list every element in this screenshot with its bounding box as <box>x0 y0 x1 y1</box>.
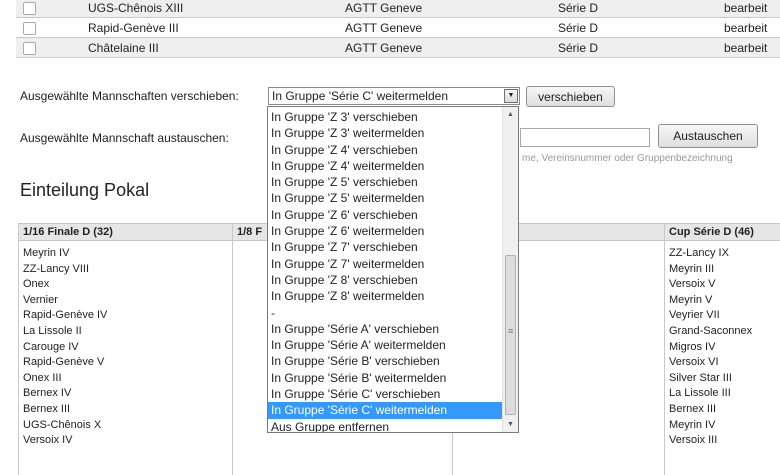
scrollbar-thumb[interactable]: ≡ <box>505 255 516 415</box>
team-row: Rapid-Genève III AGTT Geneve Série D bea… <box>16 18 780 38</box>
pokal-team: Bernex III <box>23 402 71 415</box>
dropdown-option[interactable]: In Gruppe 'Série A' weitermelden <box>268 337 502 353</box>
pokal-team: Onex <box>23 278 50 291</box>
team-group: Série D <box>558 20 599 35</box>
dropdown-option[interactable]: In Gruppe 'Z 3' weitermelden <box>268 125 502 141</box>
scroll-down-arrow-icon[interactable]: ▼ <box>503 417 518 432</box>
pokal-team: Carouge IV <box>23 340 79 353</box>
pokal-team: Onex III <box>23 371 62 384</box>
pokal-team: La Lissole II <box>23 324 82 337</box>
move-action-selected-value: In Gruppe 'Série C' weitermelden <box>272 89 448 103</box>
dropdown-option[interactable]: In Gruppe 'Z 8' verschieben <box>268 272 502 288</box>
dropdown-option[interactable]: In Gruppe 'Z 3' verschieben <box>268 109 502 125</box>
section-title: Einteilung Pokal <box>20 180 150 200</box>
pokal-column-header: 1/16 Finale D (32) <box>19 223 233 241</box>
grip-icon: ≡ <box>508 326 514 336</box>
team-status: bearbeit <box>724 20 768 35</box>
pokal-team: Rapid-Genève IV <box>23 309 108 322</box>
move-label: Ausgewählte Mannschaften verschieben: <box>20 89 239 103</box>
dropdown-option[interactable]: In Gruppe 'Série C' verschieben <box>268 386 502 402</box>
dropdown-option[interactable]: In Gruppe 'Série A' verschieben <box>268 321 502 337</box>
dropdown-option[interactable]: In Gruppe 'Z 8' weitermelden <box>268 288 502 304</box>
dropdown-scrollbar[interactable]: ▲ ≡ ▼ <box>502 107 518 432</box>
pokal-team-list: Meyrin IV ZZ-Lancy VIII Onex Vernier Rapid-G… <box>19 241 233 449</box>
dropdown-option[interactable]: In Gruppe 'Z 4' verschieben <box>268 142 502 158</box>
exchange-button[interactable]: Austauschen <box>658 124 758 148</box>
pokal-team: Bernex III <box>669 402 717 415</box>
team-checkbox[interactable] <box>23 1 36 15</box>
dropdown-option[interactable]: In Gruppe 'Z 4' weitermelden <box>268 158 502 174</box>
exchange-search-input[interactable] <box>520 128 650 147</box>
pokal-team: ZZ-Lancy VIII <box>23 262 90 275</box>
pokal-team: Meyrin V <box>669 293 713 306</box>
move-button[interactable]: verschieben <box>526 86 615 107</box>
dropdown-option[interactable]: In Gruppe 'Série C' weitermelden <box>268 402 502 419</box>
pokal-column: Cup Série D (46) ZZ-Lancy IX Meyrin III Ve… <box>664 223 780 475</box>
team-group: Série D <box>558 0 599 15</box>
pokal-team: Versoix VI <box>669 356 719 369</box>
dropdown-option[interactable]: In Gruppe 'Z 7' weitermelden <box>268 256 502 272</box>
exchange-hint: me, Vereinsnummer oder Gruppenbezeichnun… <box>522 153 733 164</box>
pokal-column-header: Cup Série D (46) <box>665 223 780 241</box>
team-group: Série D <box>558 40 599 55</box>
team-status: bearbeit <box>724 0 768 15</box>
pokal-team: Veyrier VII <box>669 309 720 322</box>
team-status: bearbeit <box>724 40 768 55</box>
pokal-team: UGS-Chênois X <box>23 418 102 431</box>
team-checkbox[interactable] <box>23 21 36 35</box>
team-row: UGS-Chênois XIII AGTT Geneve Série D bea… <box>16 0 780 18</box>
pokal-team: Versoix III <box>669 434 718 447</box>
pokal-team: Meyrin III <box>669 262 715 275</box>
dropdown-option[interactable]: In Gruppe 'Série B' verschieben <box>268 353 502 369</box>
team-name: Châtelaine III <box>88 40 159 55</box>
pokal-team: Versoix IV <box>23 434 73 447</box>
team-name: UGS-Chênois XIII <box>88 0 184 15</box>
dropdown-option[interactable]: - <box>268 305 502 321</box>
team-club: AGTT Geneve <box>345 20 423 35</box>
exchange-label: Ausgewählte Mannschaft austauschen: <box>20 131 229 145</box>
scroll-up-arrow-icon[interactable]: ▲ <box>503 107 518 122</box>
chevron-down-icon[interactable]: ▼ <box>504 89 518 103</box>
pokal-team: Bernex IV <box>23 387 72 400</box>
pokal-team: Versoix V <box>669 278 716 291</box>
pokal-team: Meyrin IV <box>669 418 716 431</box>
team-club: AGTT Geneve <box>345 40 423 55</box>
pokal-team: Meyrin IV <box>23 247 70 259</box>
team-checkbox[interactable] <box>23 41 36 55</box>
pokal-team: Migros IV <box>669 340 716 353</box>
pokal-team: Grand-Saconnex <box>669 324 753 337</box>
team-name: Rapid-Genève III <box>88 20 179 35</box>
team-table: UGS-Chênois XIII AGTT Geneve Série D bea… <box>16 0 780 58</box>
dropdown-option[interactable]: In Gruppe 'Z 6' verschieben <box>268 207 502 223</box>
dropdown-option[interactable]: Aus Gruppe entfernen <box>268 419 502 432</box>
move-action-dropdown[interactable]: In Gruppe 'Z 3' verschieben In Gruppe 'Z … <box>267 106 519 433</box>
pokal-team: Silver Star III <box>669 371 732 384</box>
team-row: Châtelaine III AGTT Geneve Série D bearb… <box>16 37 780 58</box>
move-action-select[interactable]: In Gruppe 'Série C' weitermelden ▼ <box>268 87 520 105</box>
dropdown-option[interactable]: In Gruppe 'Z 5' verschieben <box>268 174 502 190</box>
dropdown-option-list: In Gruppe 'Z 3' verschieben In Gruppe 'Z … <box>268 107 502 432</box>
pokal-team-list: ZZ-Lancy IX Meyrin III Versoix V Meyrin V Ve… <box>665 241 780 449</box>
team-club: AGTT Geneve <box>345 0 423 15</box>
dropdown-option[interactable]: In Gruppe 'Z 7' verschieben <box>268 239 502 255</box>
pokal-team: ZZ-Lancy IX <box>669 247 729 259</box>
pokal-team: La Lissole III <box>669 387 731 400</box>
dropdown-option[interactable]: In Gruppe 'Z 5' weitermelden <box>268 190 502 206</box>
dropdown-option[interactable]: In Gruppe 'Série B' weitermelden <box>268 370 502 386</box>
dropdown-option[interactable]: In Gruppe 'Z 6' weitermelden <box>268 223 502 239</box>
pokal-team: Rapid-Genève V <box>23 356 105 369</box>
pokal-column: 1/16 Finale D (32) Meyrin IV ZZ-Lancy VII… <box>18 223 233 475</box>
pokal-team: Vernier <box>23 293 58 306</box>
